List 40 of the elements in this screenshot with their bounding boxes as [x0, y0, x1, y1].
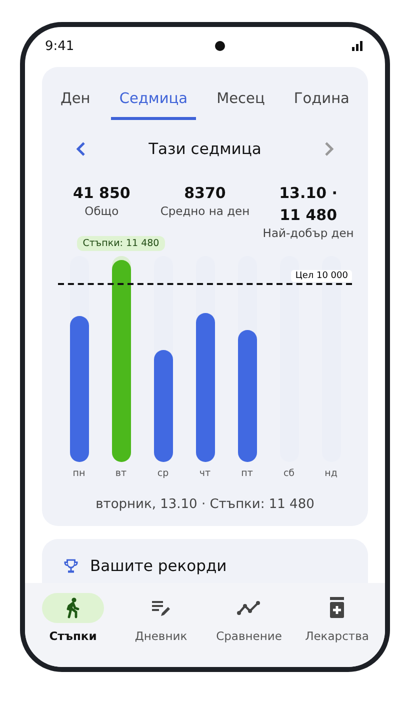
- nav-item[interactable]: Стъпки: [29, 583, 117, 667]
- status-time: 9:41: [45, 38, 74, 54]
- stat-value: 13.10 · 11 480: [278, 183, 338, 226]
- day-label: сб: [283, 468, 295, 479]
- bar-tooltip: Стъпки: 11 480: [76, 236, 166, 250]
- stat-value: 8370: [184, 183, 226, 204]
- day-label: нд: [324, 468, 338, 479]
- day-label: чт: [199, 468, 211, 479]
- stat-value: 41 850: [72, 183, 132, 204]
- bar-track[interactable]: [238, 256, 256, 462]
- chevron-left-icon[interactable]: [76, 141, 86, 157]
- bar-track[interactable]: [154, 256, 172, 462]
- bar-track[interactable]: [196, 256, 214, 462]
- period-title: Тази седмица: [148, 140, 262, 158]
- nav-item[interactable]: Лекарства: [293, 583, 381, 667]
- medicine-box-icon: [329, 597, 345, 619]
- camera-dot: [215, 41, 226, 51]
- period-tab[interactable]: Седмица: [111, 85, 196, 120]
- stat-label: Средно на ден: [160, 204, 250, 218]
- stat-label: Най-добър ден: [262, 226, 354, 240]
- nav-item[interactable]: Дневник: [117, 583, 205, 667]
- period-tab[interactable]: Ден: [52, 85, 98, 120]
- records-card[interactable]: Вашите рекорди: [42, 539, 368, 583]
- nav-item[interactable]: Сравнение: [205, 583, 293, 667]
- period-tab[interactable]: Месец: [208, 85, 273, 120]
- period-tab[interactable]: Година: [286, 85, 358, 120]
- records-title: Вашите рекорди: [90, 557, 227, 575]
- day-label: вт: [115, 468, 127, 479]
- signal-icon: [352, 41, 363, 51]
- line-graph-icon: [237, 600, 261, 616]
- trophy-icon: [62, 557, 80, 575]
- stat-label: Общо: [84, 204, 119, 218]
- list-pencil-icon: [150, 598, 172, 618]
- day-label: ср: [157, 468, 169, 479]
- goal-label: Цел 10 000: [291, 270, 352, 282]
- selection-caption: вторник, 13.10 · Стъпки: 11 480: [94, 497, 316, 512]
- bar-track[interactable]: [70, 256, 88, 462]
- walking-person-icon: [65, 597, 81, 619]
- day-label: пт: [241, 468, 253, 479]
- day-label: пн: [72, 468, 86, 479]
